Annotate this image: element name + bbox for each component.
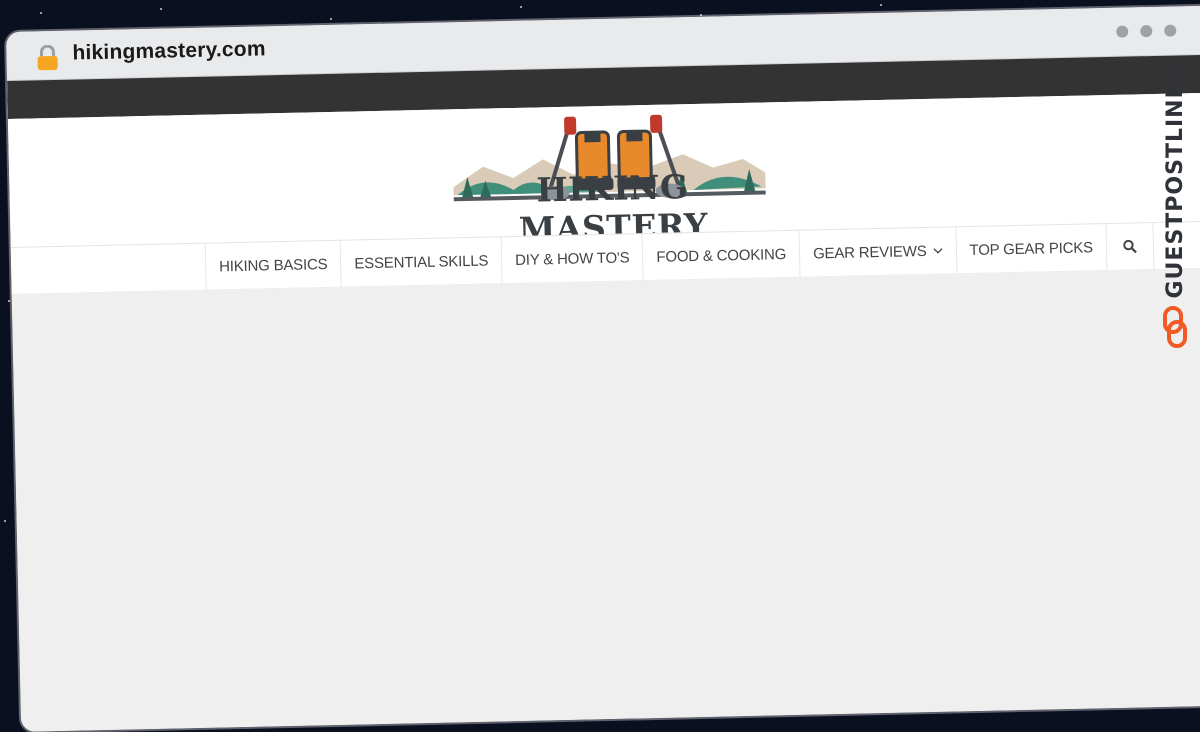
search-icon (1123, 239, 1137, 254)
lock-icon (37, 44, 58, 71)
window-controls (1116, 24, 1177, 38)
nav-item-label: FOOD & COOKING (656, 245, 787, 266)
guestpostlinks-badge: GUESTPOSTLINKS (1158, 56, 1192, 356)
nav-item-label: TOP GEAR PICKS (969, 238, 1094, 259)
nav-search-button[interactable] (1106, 223, 1155, 271)
window-dot[interactable] (1164, 24, 1177, 37)
url-text[interactable]: hikingmastery.com (72, 37, 266, 65)
nav-item-diy-how-tos[interactable]: DIY & HOW TO'S (501, 234, 644, 284)
chevron-down-icon (932, 248, 943, 254)
nav-item-top-gear-picks[interactable]: TOP GEAR PICKS (956, 224, 1108, 274)
badge-text: GUESTPOSTLINKS (1163, 63, 1188, 299)
window-dot[interactable] (1116, 25, 1129, 38)
chain-link-icon (1163, 306, 1187, 348)
nav-item-hiking-basics[interactable]: HIKING BASICS (205, 240, 342, 290)
nav-item-label: DIY & HOW TO'S (514, 248, 630, 269)
nav-item-gear-reviews[interactable]: GEAR REVIEWS (799, 227, 958, 277)
nav-item-label: HIKING BASICS (218, 255, 328, 275)
page-content-area (11, 267, 1200, 732)
nav-item-essential-skills[interactable]: ESSENTIAL SKILLS (340, 237, 503, 287)
window-dot[interactable] (1140, 24, 1153, 38)
nav-item-label: ESSENTIAL SKILLS (354, 252, 489, 272)
nav-item-food-cooking[interactable]: FOOD & COOKING (642, 230, 801, 281)
nav-item-label: GEAR REVIEWS (812, 242, 927, 262)
browser-window: hikingmastery.com HIKING MASTERY HIKING … (6, 5, 1200, 732)
